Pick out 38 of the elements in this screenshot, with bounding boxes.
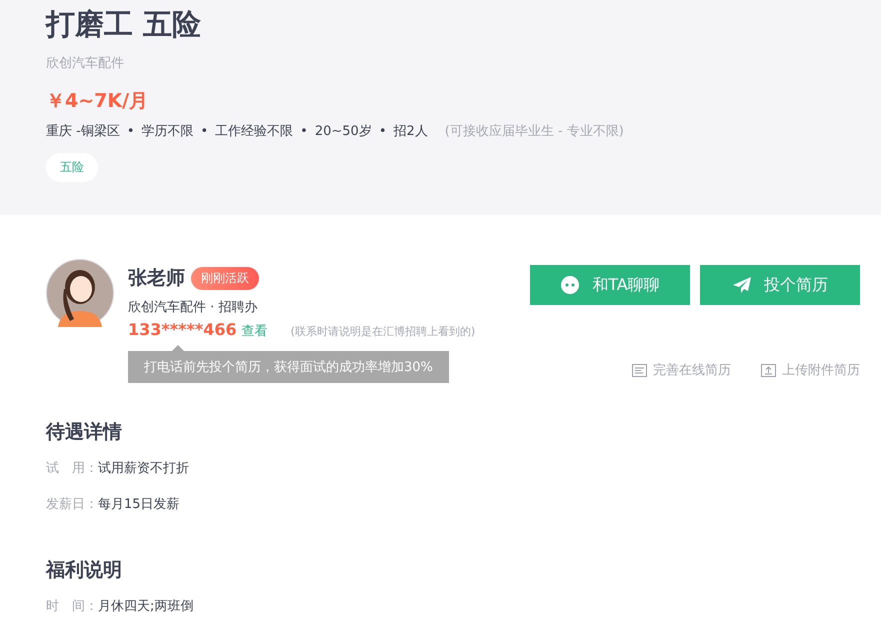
recruiter-name: 张老师 [128, 266, 185, 291]
resume-link[interactable]: 完善在线简历 [632, 361, 731, 379]
document-icon [632, 364, 647, 376]
job-meta: 20~50岁 [314, 123, 372, 140]
phone-number: 133*****466 [128, 320, 237, 339]
section-title: 待遇详情 [46, 420, 123, 445]
section-title: 福利说明 [46, 558, 123, 583]
job-meta: 招2人 [394, 123, 428, 140]
job-title: 打磨工 五险 [46, 6, 202, 43]
upload-icon [761, 364, 776, 376]
benefit-tag: 五险 [46, 153, 98, 182]
activity-badge: 刚刚活跃 [191, 266, 259, 290]
field-value: 月休四天;两班倒 [98, 598, 194, 615]
salary: ￥4~7K/月 [46, 89, 150, 114]
job-meta: 工作经验不限 [215, 123, 294, 140]
avatar [46, 259, 114, 327]
paper-plane-icon [732, 276, 752, 294]
send-resume-button[interactable]: 投个简历 [700, 265, 860, 305]
field-value: 每月15日发薪 [98, 496, 180, 513]
field-label: 试 用： [46, 460, 98, 477]
company-name: 欣创汽车配件 [46, 55, 125, 72]
separator-dot: • [200, 124, 208, 138]
separator-dot: • [126, 124, 134, 138]
field-value: 试用薪资不打折 [98, 460, 189, 477]
resume-link[interactable]: 上传附件简历 [761, 361, 860, 379]
job-meta: 学历不限 [142, 123, 194, 140]
field-label: 发薪日： [46, 496, 98, 513]
contact-hint: (联系时请说明是在汇博招聘上看到的) [290, 324, 476, 339]
recruiter-org: 欣创汽车配件 · 招聘办 [128, 299, 258, 316]
view-link[interactable]: 查看 [242, 322, 268, 340]
chat-button[interactable]: 和TA聊聊 [530, 265, 690, 305]
separator-dot: • [300, 124, 308, 138]
job-meta: 重庆 -铜梁区 [46, 123, 120, 140]
separator-dot: • [378, 124, 386, 138]
tooltip: 打电话前先投个简历，获得面试的成功率增加30% [128, 351, 449, 383]
chat-bubble-icon [560, 275, 580, 295]
job-note: (可接收应届毕业生 - 专业不限) [444, 123, 624, 140]
field-label: 时 间： [46, 598, 98, 615]
